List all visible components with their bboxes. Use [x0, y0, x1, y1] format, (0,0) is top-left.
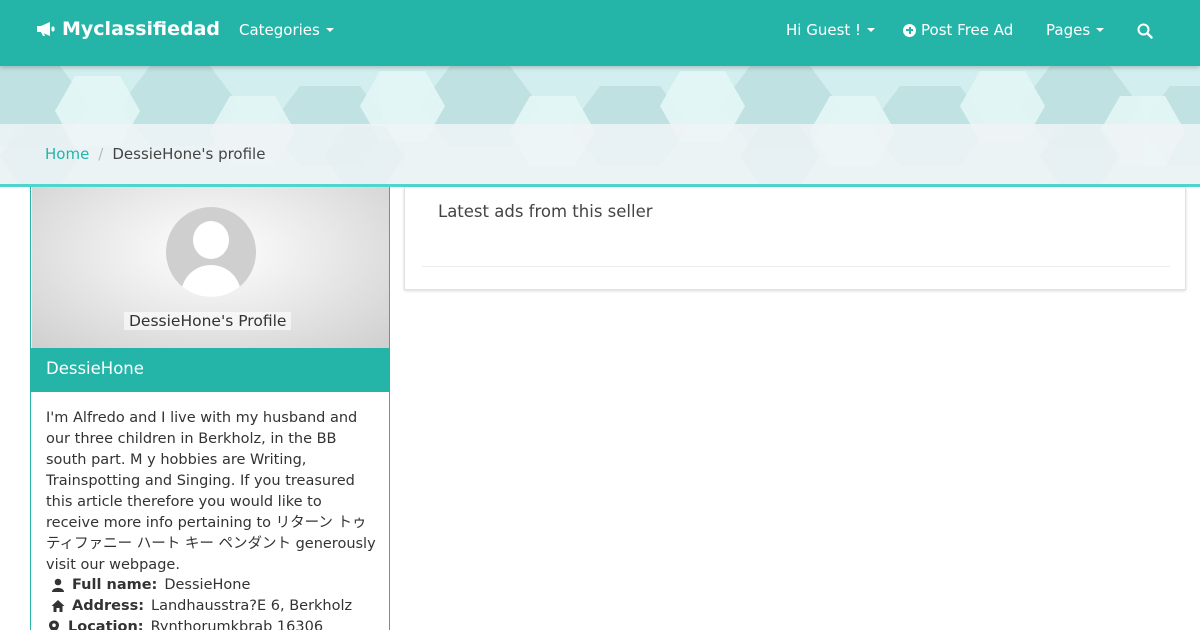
caret-down-icon — [1096, 28, 1105, 32]
address-label: Address: — [72, 598, 145, 614]
breadcrumb: Home / DessieHone's profile — [45, 145, 265, 163]
nav-pages-label: Pages — [1046, 21, 1091, 39]
breadcrumb-separator: / — [98, 145, 104, 163]
caret-down-icon — [325, 28, 334, 32]
nav-post-free-ad[interactable]: Post Free Ad — [903, 21, 1013, 39]
top-navbar: Myclassifiedad Categories Hi Guest ! Pos… — [0, 0, 1200, 66]
address-value: Landhausstra?E 6, Berkholz — [151, 598, 353, 614]
nav-guest-label: Hi Guest ! — [786, 21, 862, 39]
avatar — [166, 207, 256, 297]
latest-ads-panel: Latest ads from this seller — [404, 187, 1186, 290]
nav-categories-label: Categories — [239, 21, 320, 39]
latest-ads-title: Latest ads from this seller — [438, 202, 653, 221]
nav-pages-dropdown[interactable]: Pages — [1046, 21, 1105, 39]
location-label: Location: — [68, 619, 144, 630]
profile-cover-title: DessieHone's Profile — [124, 312, 292, 330]
profile-bio: I'm Alfredo and I live with my husband a… — [46, 410, 376, 573]
caret-down-icon — [867, 28, 876, 32]
map-marker-icon — [49, 620, 59, 630]
user-icon — [52, 578, 64, 592]
full-name-row: Full name: DessieHone — [51, 577, 250, 593]
brand-logo[interactable]: Myclassifiedad — [36, 18, 220, 40]
seller-profile-card: DessieHone's Profile DessieHone I'm Alfr… — [30, 187, 390, 630]
latest-ads-header — [422, 187, 1170, 267]
full-name-label: Full name: — [72, 577, 158, 593]
address-row: Address: Landhausstra?E 6, Berkholz — [51, 598, 352, 614]
location-row: Location: Rynthorumkbrab 16306 — [47, 619, 323, 630]
search-icon[interactable] — [1137, 23, 1153, 39]
full-name-value: DessieHone — [164, 577, 251, 593]
profile-cover: DessieHone's Profile — [32, 187, 389, 348]
plus-circle-icon — [903, 23, 916, 37]
nav-post-ad-label: Post Free Ad — [921, 21, 1014, 39]
breadcrumb-current: DessieHone's profile — [112, 145, 266, 163]
home-icon — [51, 600, 65, 612]
bullhorn-icon — [37, 22, 55, 36]
avatar-body-shape — [181, 265, 241, 297]
profile-username-heading: DessieHone — [31, 348, 389, 392]
nav-categories-dropdown[interactable]: Categories — [239, 21, 334, 39]
breadcrumb-home-link[interactable]: Home — [45, 145, 89, 163]
avatar-head-shape — [193, 221, 229, 259]
nav-guest-dropdown[interactable]: Hi Guest ! — [786, 21, 876, 39]
brand-name: Myclassifiedad — [62, 18, 221, 40]
location-value: Rynthorumkbrab 16306 — [150, 619, 324, 630]
